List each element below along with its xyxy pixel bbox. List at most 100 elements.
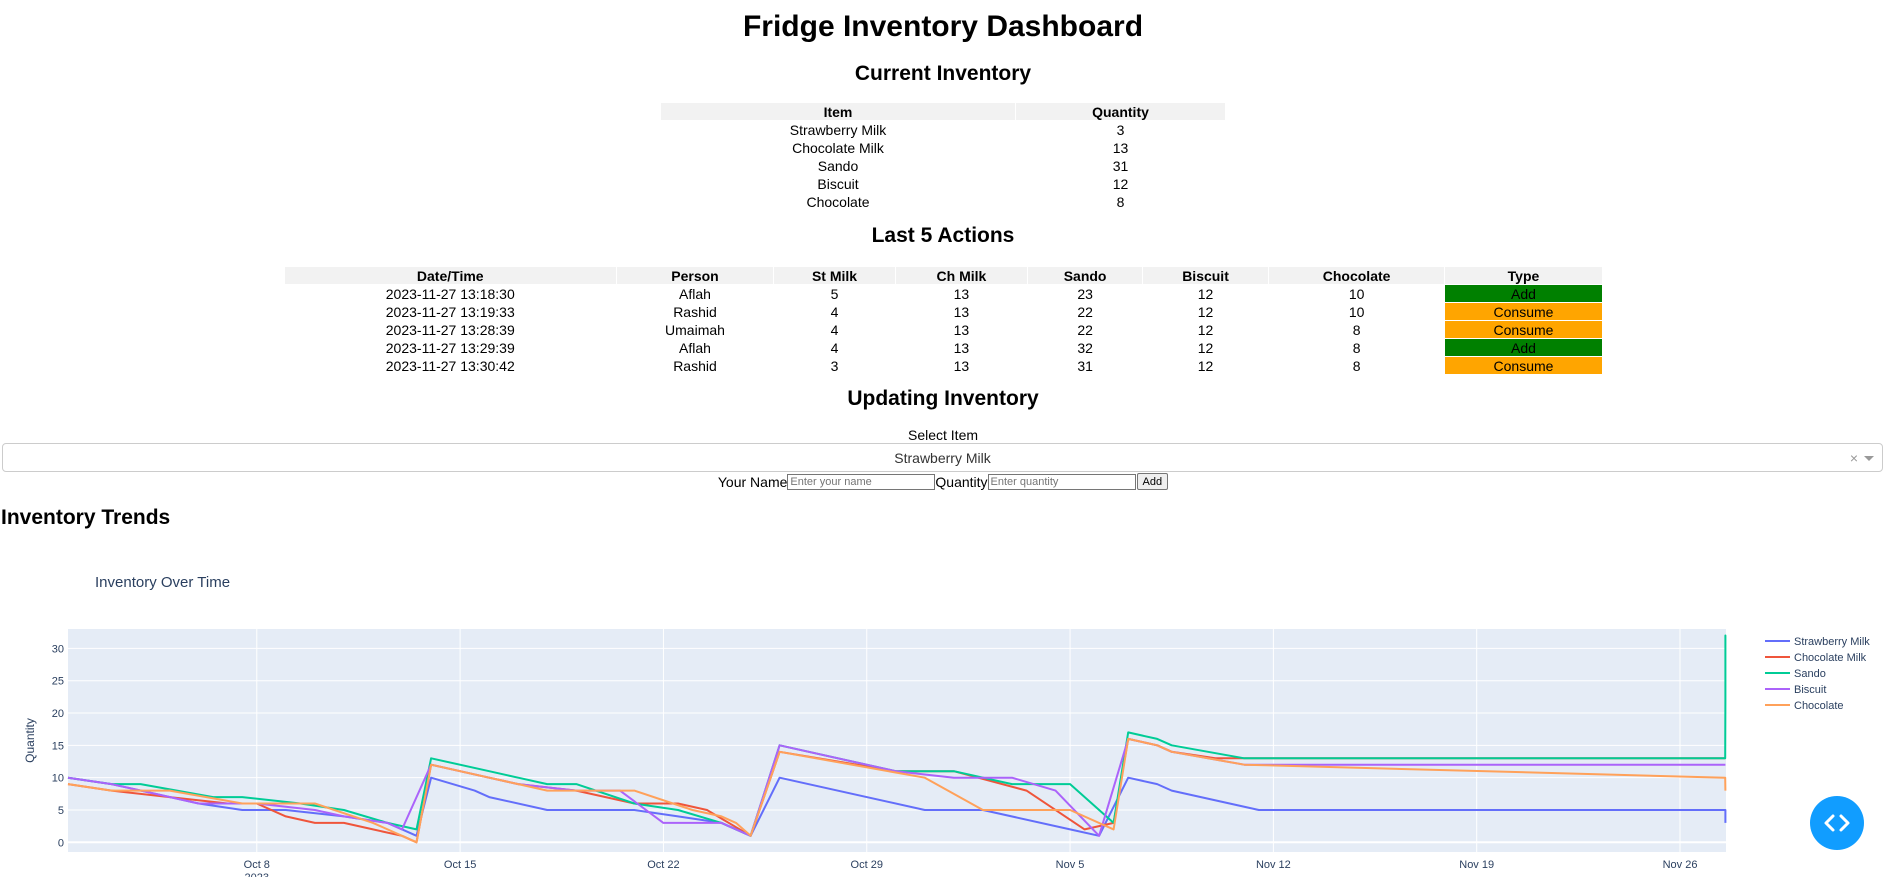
table-row: Biscuit 12 [660,174,1226,193]
actions-header-6: Chocolate [1268,266,1445,285]
inventory-cell: Chocolate [660,192,1016,211]
type-badge: Add [1443,284,1604,303]
current-inventory-heading: Current Inventory [854,62,1032,85]
x-tick-label: Oct 15 [444,859,476,871]
y-tick-label: 0 [58,837,64,849]
table-row: Chocolate Milk 13 [660,138,1226,157]
table-row: 2023-11-27 13:28:39 Umaimah 4 13 22 12 8 Consum… [284,320,1604,339]
actions-cell: 2023-11-27 13:18:30 [284,284,617,303]
actions-cell: 32 [1027,338,1143,357]
last-actions-table: Date/Time Person St Milk Ch Milk Sando Biscui… [284,266,1604,375]
y-tick-label: 20 [52,708,64,720]
type-badge: Add [1443,338,1604,357]
inventory-cell: 8 [1015,192,1226,211]
actions-cell: 5 [773,284,896,303]
actions-cell: Rashid [615,356,775,375]
select-item-label: Select Item [907,427,979,443]
actions-cell: 13 [894,338,1029,357]
actions-cell: 8 [1268,356,1445,375]
actions-cell: 3 [773,356,896,375]
code-icon [1824,814,1850,832]
actions-header-1: Person [615,266,775,285]
page-title: Fridge Inventory Dashboard [742,10,1144,43]
actions-cell: Aflah [615,284,775,303]
type-badge: Consume [1443,320,1604,339]
inventory-cell: Biscuit [660,174,1016,193]
actions-cell: 8 [1268,338,1445,357]
table-row: Strawberry Milk 3 [660,120,1226,139]
x-tick-label: Oct 8 [244,859,270,871]
table-row: 2023-11-27 13:29:39 Aflah 4 13 32 12 8 Add [284,338,1604,357]
actions-cell: 12 [1141,284,1270,303]
actions-cell: 4 [773,302,896,321]
y-tick-label: 30 [52,643,64,655]
type-badge: Consume [1443,302,1604,321]
actions-cell: 4 [773,338,896,357]
actions-cell: 12 [1141,320,1270,339]
actions-header-5: Biscuit [1141,266,1270,285]
current-inventory-table: Item Quantity Strawberry Milk 3 Chocolate M… [660,102,1226,211]
x-tick-label: Oct 29 [851,859,883,871]
actions-cell: 2023-11-27 13:28:39 [284,320,617,339]
actions-cell: 22 [1027,320,1143,339]
plot-area [68,629,1726,852]
actions-cell: Umaimah [615,320,775,339]
x-tick-label: Nov 26 [1663,859,1698,871]
inventory-cell: 13 [1015,138,1226,157]
actions-cell: 13 [894,320,1029,339]
actions-cell: 12 [1141,338,1270,357]
table-row: 2023-11-27 13:19:33 Rashid 4 13 22 12 10 Consum… [284,302,1604,321]
actions-header-7: Type [1443,266,1604,285]
actions-cell: 2023-11-27 13:30:42 [284,356,617,375]
actions-header-3: Ch Milk [894,266,1029,285]
actions-cell: 12 [1141,356,1270,375]
actions-header-4: Sando [1027,266,1143,285]
actions-cell: 13 [894,356,1029,375]
x-tick-year-label: 2023 [245,872,269,877]
actions-cell: 2023-11-27 13:19:33 [284,302,617,321]
y-tick-label: 15 [52,740,64,752]
x-tick-label: Nov 19 [1459,859,1494,871]
actions-cell: 10 [1268,284,1445,303]
legend-item: Sando [1794,668,1826,680]
inventory-cell: 31 [1015,156,1226,175]
table-row: 2023-11-27 13:18:30 Aflah 5 13 23 12 10 Add [284,284,1604,303]
actions-header-0: Date/Time [284,266,617,285]
quantity-input[interactable] [987,473,1136,490]
x-tick-label: Nov 12 [1256,859,1291,871]
actions-cell: 10 [1268,302,1445,321]
inventory-cell: Chocolate Milk [660,138,1016,157]
y-tick-label: 25 [52,676,64,688]
add-button[interactable]: Add [1136,473,1169,490]
update-form: Your Name Quantity Add [0,473,1886,490]
table-row: Sando 31 [660,156,1226,175]
inventory-line-chart: Inventory Over Time Oct 82023 Oct 15 Oct 22… [23,574,1870,877]
actions-cell: 23 [1027,284,1143,303]
table-row: 2023-11-27 13:30:42 Rashid 3 13 31 12 8 Consume [284,356,1604,375]
legend-item: Strawberry Milk [1794,636,1870,648]
actions-cell: 22 [1027,302,1143,321]
chevron-down-icon[interactable] [1864,456,1874,461]
name-input[interactable] [787,473,936,490]
clear-icon[interactable]: × [1850,450,1858,466]
inventory-cell: 3 [1015,120,1226,139]
inventory-cell: Strawberry Milk [660,120,1016,139]
actions-cell: 31 [1027,356,1143,375]
actions-cell: Aflah [615,338,775,357]
actions-cell: 13 [894,302,1029,321]
type-badge: Consume [1443,356,1604,375]
item-dropdown[interactable]: Strawberry Milk × [2,443,1883,472]
table-row: Chocolate 8 [660,192,1226,211]
y-tick-label: 10 [52,773,64,785]
name-label: Your Name [717,473,788,490]
actions-cell: 4 [773,320,896,339]
legend-item: Biscuit [1794,684,1826,696]
last-actions-heading: Last 5 Actions [871,224,1015,247]
updating-inventory-heading: Updating Inventory [847,387,1039,410]
actions-header-2: St Milk [773,266,896,285]
quantity-label: Quantity [935,473,988,490]
debug-toggle-button[interactable] [1810,796,1864,850]
inventory-header-0: Item [660,102,1016,121]
inventory-cell: 12 [1015,174,1226,193]
y-axis-label: Quantity [23,718,37,763]
